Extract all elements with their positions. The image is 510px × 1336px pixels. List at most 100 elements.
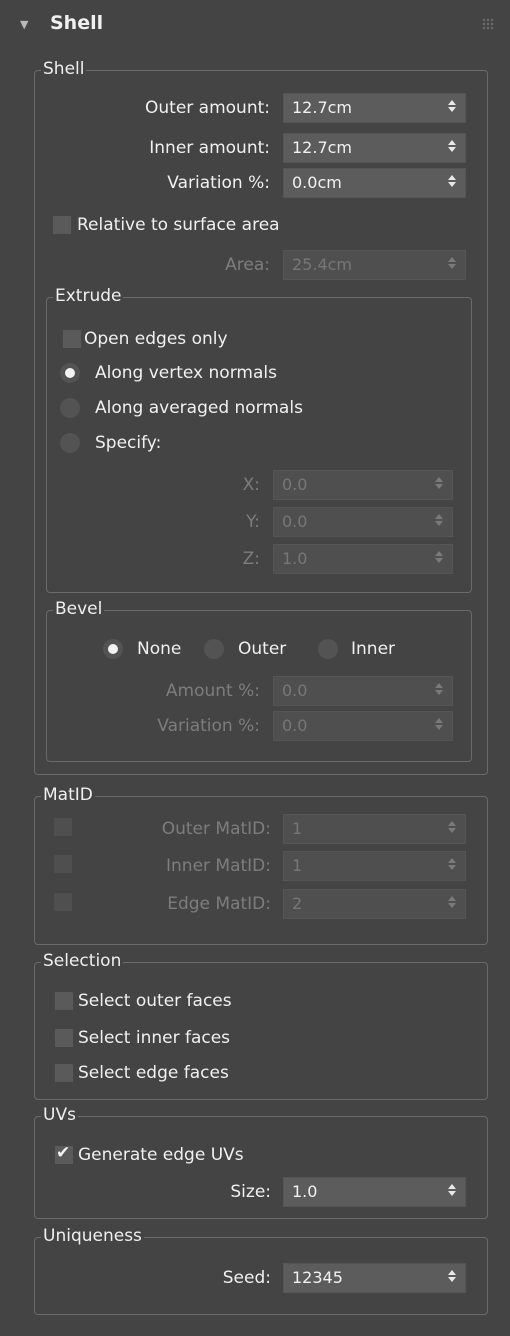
spinner-arrows-icon[interactable] — [447, 857, 457, 875]
open-edges-checkbox[interactable] — [63, 330, 81, 348]
spinner-arrows-icon[interactable] — [434, 550, 444, 568]
uv-size-row: Size: 1.0 — [0, 1177, 510, 1207]
z-row: Z: 1.0 — [0, 544, 510, 574]
select-outer-faces-checkbox[interactable] — [55, 992, 73, 1010]
bevel-inner-label[interactable]: Inner — [351, 637, 395, 661]
outer-matid-label: Outer MatID: — [161, 819, 271, 839]
z-value[interactable]: 1.0 — [282, 545, 307, 573]
seed-label: Seed: — [222, 1268, 271, 1288]
specify-radio[interactable] — [60, 433, 80, 453]
open-edges-label[interactable]: Open edges only — [84, 327, 228, 351]
spinner-arrows-icon[interactable] — [447, 895, 457, 913]
inner-matid-value[interactable]: 1 — [292, 852, 302, 880]
relative-area-checkbox[interactable] — [53, 216, 71, 234]
area-value[interactable]: 25.4cm — [292, 251, 352, 279]
y-value[interactable]: 0.0 — [282, 508, 307, 536]
relative-area-label[interactable]: Relative to surface area — [77, 213, 280, 237]
along-vertex-normals-radio[interactable] — [60, 363, 80, 383]
along-averaged-normals-radio[interactable] — [60, 398, 80, 418]
select-inner-faces-checkbox[interactable] — [55, 1029, 73, 1047]
bevel-inner-radio[interactable] — [318, 639, 338, 659]
outer-amount-label: Outer amount: — [145, 98, 270, 118]
spinner-arrows-icon[interactable] — [447, 1183, 457, 1201]
generate-edge-uvs-label[interactable]: Generate edge UVs — [78, 1143, 244, 1167]
spinner-arrows-icon[interactable] — [434, 682, 444, 700]
seed-spinner[interactable]: 12345 — [283, 1263, 466, 1293]
along-averaged-normals-label[interactable]: Along averaged normals — [95, 396, 303, 420]
generate-edge-uvs-checkbox[interactable]: ✔ — [55, 1143, 73, 1164]
spinner-arrows-icon[interactable] — [447, 820, 457, 838]
checkmark-icon: ✔ — [56, 1143, 71, 1163]
z-label: Z: — [242, 549, 260, 569]
inner-matid-row: Inner MatID: 1 — [0, 851, 510, 881]
variation-label: Variation %: — [167, 173, 270, 193]
x-value[interactable]: 0.0 — [282, 471, 307, 499]
bevel-variation-spinner[interactable]: 0.0 — [273, 711, 453, 741]
bevel-variation-value[interactable]: 0.0 — [282, 712, 307, 740]
bevel-group-legend: Bevel — [53, 598, 105, 620]
uv-size-spinner[interactable]: 1.0 — [283, 1177, 466, 1207]
edge-matid-value[interactable]: 2 — [292, 890, 302, 918]
y-label: Y: — [246, 512, 260, 532]
along-vertex-normals-label[interactable]: Along vertex normals — [95, 361, 277, 385]
specify-label[interactable]: Specify: — [95, 431, 161, 455]
edge-matid-row: Edge MatID: 2 — [0, 889, 510, 919]
outer-amount-spinner[interactable]: 12.7cm — [283, 93, 466, 123]
x-spinner[interactable]: 0.0 — [273, 470, 453, 500]
bevel-amount-row: Amount %: 0.0 — [0, 676, 510, 706]
bevel-amount-spinner[interactable]: 0.0 — [273, 676, 453, 706]
outer-matid-spinner[interactable]: 1 — [283, 814, 466, 844]
collapse-arrow-icon[interactable]: ▼ — [20, 18, 28, 31]
outer-amount-value[interactable]: 12.7cm — [292, 94, 352, 122]
spinner-arrows-icon[interactable] — [447, 174, 457, 192]
spinner-arrows-icon[interactable] — [434, 513, 444, 531]
inner-amount-value[interactable]: 12.7cm — [292, 134, 352, 162]
select-edge-faces-checkbox[interactable] — [55, 1064, 73, 1082]
selection-group-legend: Selection — [41, 950, 124, 972]
bevel-none-label[interactable]: None — [137, 637, 181, 661]
y-spinner[interactable]: 0.0 — [273, 507, 453, 537]
seed-row: Seed: 12345 — [0, 1263, 510, 1293]
edge-matid-spinner[interactable]: 2 — [283, 889, 466, 919]
bevel-none-radio[interactable] — [103, 639, 123, 659]
spinner-arrows-icon[interactable] — [447, 1269, 457, 1287]
rollout-title: Shell — [50, 12, 104, 34]
area-spinner[interactable]: 25.4cm — [283, 250, 466, 280]
inner-amount-spinner[interactable]: 12.7cm — [283, 133, 466, 163]
area-row: Area: 25.4cm — [0, 250, 510, 280]
select-inner-faces-label[interactable]: Select inner faces — [78, 1026, 230, 1050]
spinner-arrows-icon[interactable] — [434, 717, 444, 735]
spinner-arrows-icon[interactable] — [434, 476, 444, 494]
inner-amount-row: Inner amount: 12.7cm — [0, 133, 510, 163]
bevel-variation-row: Variation %: 0.0 — [0, 711, 510, 741]
rollout-header[interactable]: ▼ Shell — [8, 6, 502, 46]
uniqueness-group-legend: Uniqueness — [41, 1225, 144, 1247]
drag-grip-icon[interactable] — [482, 18, 494, 30]
spinner-arrows-icon[interactable] — [447, 99, 457, 117]
bevel-outer-radio[interactable] — [204, 639, 224, 659]
spinner-arrows-icon[interactable] — [447, 139, 457, 157]
seed-value[interactable]: 12345 — [292, 1264, 343, 1292]
uv-size-label: Size: — [230, 1182, 271, 1202]
bevel-outer-label[interactable]: Outer — [238, 637, 286, 661]
bevel-amount-label: Amount %: — [165, 681, 260, 701]
variation-row: Variation %: 0.0cm — [0, 168, 510, 198]
x-row: X: 0.0 — [0, 470, 510, 500]
uv-size-value[interactable]: 1.0 — [292, 1178, 317, 1206]
select-edge-faces-label[interactable]: Select edge faces — [78, 1061, 229, 1085]
inner-matid-label: Inner MatID: — [166, 856, 271, 876]
select-outer-faces-label[interactable]: Select outer faces — [78, 989, 232, 1013]
extrude-group-legend: Extrude — [53, 285, 124, 307]
outer-matid-value[interactable]: 1 — [292, 815, 302, 843]
bevel-amount-value[interactable]: 0.0 — [282, 677, 307, 705]
variation-value[interactable]: 0.0cm — [292, 169, 342, 197]
inner-amount-label: Inner amount: — [149, 138, 270, 158]
z-spinner[interactable]: 1.0 — [273, 544, 453, 574]
x-label: X: — [242, 475, 260, 495]
area-label: Area: — [225, 255, 270, 275]
variation-spinner[interactable]: 0.0cm — [283, 168, 466, 198]
spinner-arrows-icon[interactable] — [447, 256, 457, 274]
outer-matid-row: Outer MatID: 1 — [0, 814, 510, 844]
y-row: Y: 0.0 — [0, 507, 510, 537]
inner-matid-spinner[interactable]: 1 — [283, 851, 466, 881]
